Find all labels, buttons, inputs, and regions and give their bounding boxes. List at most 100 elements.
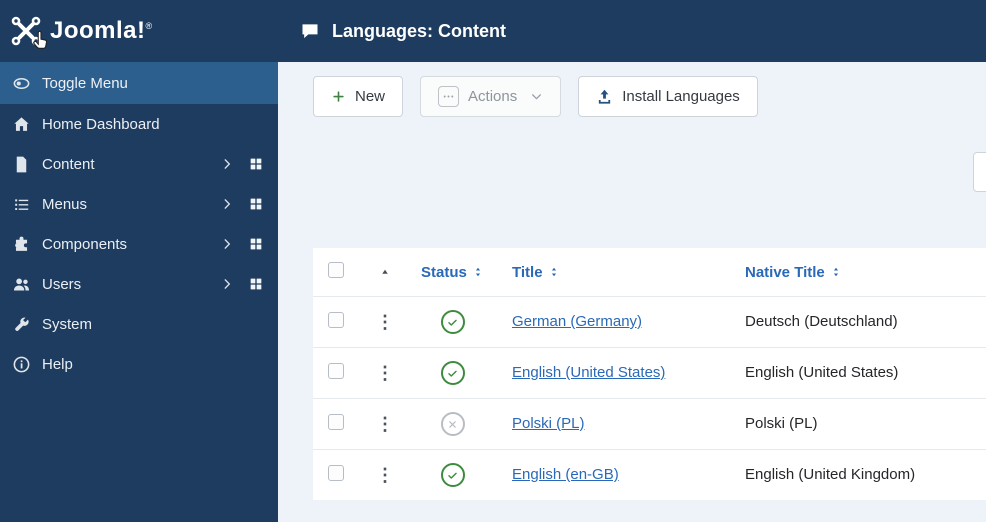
logo-text: Joomla!® bbox=[50, 17, 153, 44]
table-row: ⋮ English (en-GB) English (United Kingdo… bbox=[313, 449, 986, 500]
grid-shortcut-icon[interactable] bbox=[248, 156, 264, 172]
sidebar-item-label: Help bbox=[42, 355, 73, 373]
sidebar-item[interactable]: System bbox=[0, 304, 278, 344]
column-header-title[interactable]: Title bbox=[500, 264, 735, 281]
menus-icon bbox=[12, 195, 31, 214]
row-actions-dots-icon[interactable]: ⋮ bbox=[376, 364, 394, 382]
toolbar: New Actions Install Languages bbox=[313, 76, 758, 117]
home-icon bbox=[12, 115, 31, 134]
page-title: Languages: Content bbox=[332, 20, 506, 41]
content-icon bbox=[12, 155, 31, 174]
table-row: ⋮ English (United States) English (Unite… bbox=[313, 347, 986, 398]
sidebar-item-extras bbox=[220, 276, 264, 292]
sidebar-item[interactable]: Content bbox=[0, 144, 278, 184]
language-title-link[interactable]: English (United States) bbox=[512, 364, 665, 381]
table-row: ⋮ Polski (PL) Polski (PL) bbox=[313, 398, 986, 449]
sidebar-toggle-menu[interactable]: Toggle Menu bbox=[0, 62, 278, 104]
sidebar-item-label: Menus bbox=[42, 195, 88, 213]
actions-button-label: Actions bbox=[468, 88, 518, 105]
joomla-logo-icon bbox=[10, 15, 42, 47]
check-icon bbox=[446, 469, 459, 482]
new-button-label: New bbox=[355, 88, 386, 105]
search-box[interactable] bbox=[973, 152, 986, 192]
table-header-row: Status Title Native Title bbox=[313, 248, 986, 296]
sidebar-item-extras bbox=[220, 316, 264, 332]
app-window: Joomla!® Toggle Menu Home Dashboard Cont… bbox=[0, 0, 986, 522]
grid-shortcut-icon[interactable] bbox=[248, 276, 264, 292]
cross-icon bbox=[446, 418, 459, 431]
chevron-right-icon[interactable] bbox=[220, 157, 234, 171]
sort-icon bbox=[830, 266, 842, 278]
row-checkbox[interactable] bbox=[328, 464, 344, 481]
status-icon[interactable] bbox=[440, 361, 465, 385]
row-actions-dots-icon[interactable]: ⋮ bbox=[376, 415, 394, 433]
upload-icon bbox=[596, 88, 613, 105]
native-title-text: Polski (PL) bbox=[745, 415, 818, 432]
sort-icon bbox=[472, 266, 484, 278]
install-languages-label: Install Languages bbox=[622, 88, 740, 105]
native-title-text: Deutsch (Deutschland) bbox=[745, 313, 898, 330]
language-title-link[interactable]: German (Germany) bbox=[512, 313, 642, 330]
plus-icon bbox=[331, 89, 346, 104]
sidebar-menu: Home Dashboard Content Menus Components … bbox=[0, 104, 278, 384]
sidebar-item-label: Content bbox=[42, 155, 95, 173]
native-title-text: English (United Kingdom) bbox=[745, 466, 916, 483]
sidebar-item-label: Home Dashboard bbox=[42, 115, 160, 133]
status-icon[interactable] bbox=[440, 463, 465, 487]
check-icon bbox=[446, 367, 459, 380]
ellipsis-box bbox=[438, 86, 460, 107]
new-button[interactable]: New bbox=[313, 76, 404, 117]
sidebar-item-label: Components bbox=[42, 235, 128, 253]
native-title-column-label: Native Title bbox=[745, 263, 825, 281]
row-checkbox[interactable] bbox=[328, 311, 344, 328]
grid-shortcut-icon[interactable] bbox=[248, 236, 264, 252]
row-checkbox[interactable] bbox=[328, 413, 344, 430]
top-header-bar: Languages: Content bbox=[278, 0, 986, 62]
users-icon bbox=[12, 275, 31, 294]
comment-icon bbox=[300, 21, 320, 41]
logo-area[interactable]: Joomla!® bbox=[0, 0, 278, 62]
status-column-label: Status bbox=[421, 263, 467, 281]
system-icon bbox=[12, 315, 31, 334]
ellipsis-icon bbox=[442, 90, 455, 103]
chevron-right-icon[interactable] bbox=[220, 197, 234, 211]
sidebar-item-extras bbox=[220, 156, 264, 172]
sidebar-item-label: Users bbox=[42, 275, 82, 293]
sidebar-item-extras bbox=[220, 116, 264, 132]
sidebar: Joomla!® Toggle Menu Home Dashboard Cont… bbox=[0, 0, 278, 522]
column-header-native-title[interactable]: Native Title bbox=[735, 264, 986, 281]
language-title-link[interactable]: Polski (PL) bbox=[512, 415, 585, 432]
sidebar-item[interactable]: Home Dashboard bbox=[0, 104, 278, 144]
sidebar-item[interactable]: Help bbox=[0, 344, 278, 384]
title-column-label: Title bbox=[512, 263, 543, 281]
row-actions-dots-icon[interactable]: ⋮ bbox=[376, 466, 394, 484]
status-icon[interactable] bbox=[440, 412, 465, 436]
sidebar-item[interactable]: Components bbox=[0, 224, 278, 264]
install-languages-button[interactable]: Install Languages bbox=[578, 76, 758, 117]
help-icon bbox=[12, 355, 31, 374]
toggle-menu-icon bbox=[12, 74, 31, 93]
components-icon bbox=[12, 235, 31, 254]
actions-button[interactable]: Actions bbox=[420, 76, 562, 117]
status-icon[interactable] bbox=[440, 310, 465, 334]
sidebar-item[interactable]: Menus bbox=[0, 184, 278, 224]
ordering-caret-icon[interactable] bbox=[379, 266, 391, 278]
toggle-menu-label: Toggle Menu bbox=[42, 74, 128, 92]
native-title-text: English (United States) bbox=[745, 364, 899, 381]
sidebar-item-extras bbox=[220, 356, 264, 372]
sidebar-item-label: System bbox=[42, 315, 93, 333]
sidebar-item-extras bbox=[220, 236, 264, 252]
chevron-right-icon[interactable] bbox=[220, 277, 234, 291]
grid-shortcut-icon[interactable] bbox=[248, 196, 264, 212]
select-all-checkbox[interactable] bbox=[328, 261, 344, 278]
sort-icon bbox=[548, 266, 560, 278]
languages-table: Status Title Native Title ⋮ German (Germ… bbox=[313, 248, 986, 500]
language-title-link[interactable]: English (en-GB) bbox=[512, 466, 619, 483]
chevron-down-icon bbox=[530, 90, 543, 103]
chevron-right-icon[interactable] bbox=[220, 237, 234, 251]
row-checkbox[interactable] bbox=[328, 362, 344, 379]
row-actions-dots-icon[interactable]: ⋮ bbox=[376, 313, 394, 331]
table-row: ⋮ German (Germany) Deutsch (Deutschland) bbox=[313, 296, 986, 347]
sidebar-item[interactable]: Users bbox=[0, 264, 278, 304]
column-header-status[interactable]: Status bbox=[405, 264, 500, 281]
